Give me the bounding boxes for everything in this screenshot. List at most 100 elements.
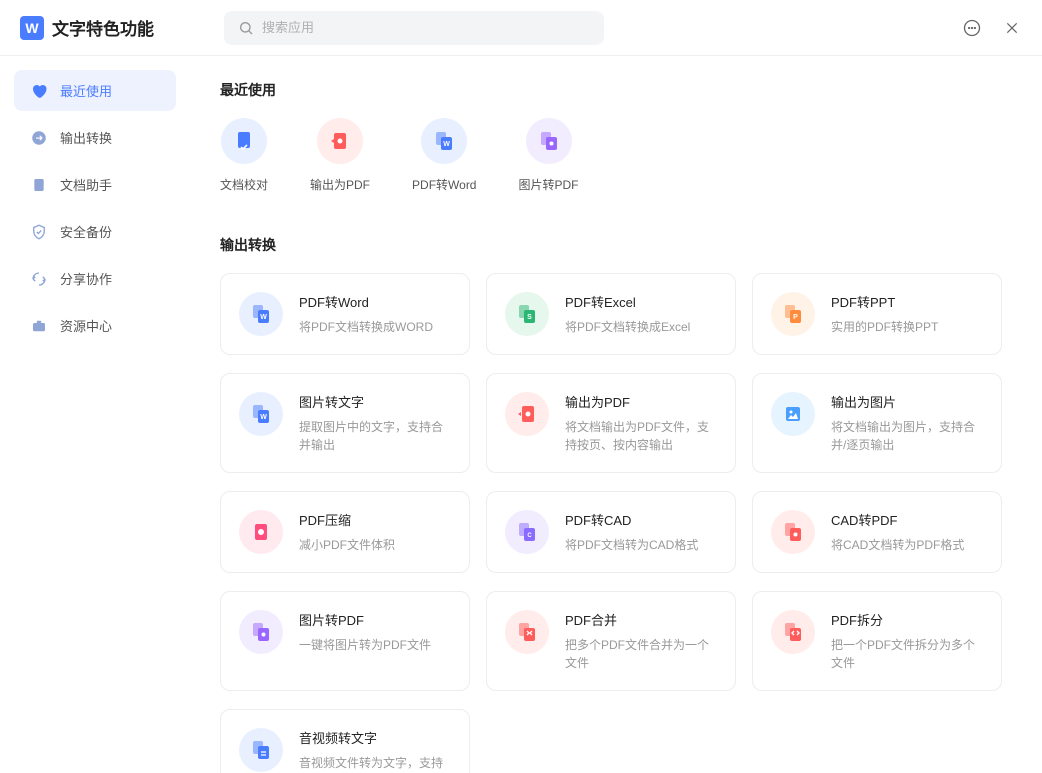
card-export-image[interactable]: 输出为图片 将文档输出为图片，支持合并/逐页输出 bbox=[752, 373, 1002, 473]
recent-item-pdf-word[interactable]: W PDF转Word bbox=[412, 118, 476, 193]
audio-text-icon bbox=[239, 728, 283, 772]
search-box[interactable] bbox=[224, 11, 604, 45]
header: W 文字特色功能 bbox=[0, 0, 1042, 56]
card-desc: 一键将图片转为PDF文件 bbox=[299, 636, 451, 654]
card-desc: 音视频文件转为文字，支持多种格式 bbox=[299, 754, 451, 773]
card-grid: W PDF转Word 将PDF文档转换成WORD S PDF转Excel 将PD… bbox=[220, 273, 1018, 773]
pdf-split-icon bbox=[771, 610, 815, 654]
recent-item-proofread[interactable]: 文档校对 bbox=[220, 118, 268, 193]
pdf-excel-icon: S bbox=[505, 292, 549, 336]
card-title: 图片转PDF bbox=[299, 610, 451, 629]
card-pdf-ppt[interactable]: P PDF转PPT 实用的PDF转换PPT bbox=[752, 273, 1002, 355]
card-desc: 实用的PDF转换PPT bbox=[831, 318, 983, 336]
image-text-icon: W bbox=[239, 392, 283, 436]
svg-text:C: C bbox=[527, 533, 532, 539]
sidebar-item-label: 安全备份 bbox=[60, 222, 112, 241]
image-pdf-icon bbox=[526, 118, 572, 164]
pdf-compress-icon bbox=[239, 510, 283, 554]
recent-row: 文档校对 输出为PDF W PDF转Word 图片转PDF bbox=[220, 118, 1018, 193]
section-title-recent: 最近使用 bbox=[220, 80, 1018, 100]
card-title: CAD转PDF bbox=[831, 510, 983, 529]
card-title: PDF拆分 bbox=[831, 610, 983, 629]
pdf-export-icon bbox=[317, 118, 363, 164]
heart-icon bbox=[30, 82, 48, 100]
card-pdf-cad[interactable]: C PDF转CAD 将PDF文档转为CAD格式 bbox=[486, 491, 736, 573]
pdf-merge-icon bbox=[505, 610, 549, 654]
card-pdf-split[interactable]: PDF拆分 把一个PDF文件拆分为多个文件 bbox=[752, 591, 1002, 691]
logo-icon: W bbox=[20, 16, 44, 40]
svg-text:P: P bbox=[793, 314, 798, 321]
card-title: 音视频转文字 bbox=[299, 728, 451, 747]
app-title: 文字特色功能 bbox=[52, 15, 154, 40]
svg-text:W: W bbox=[260, 414, 267, 421]
feedback-icon[interactable] bbox=[962, 18, 982, 38]
section-title-output: 输出转换 bbox=[220, 235, 1018, 255]
card-pdf-compress[interactable]: PDF压缩 减小PDF文件体积 bbox=[220, 491, 470, 573]
recent-item-export-pdf[interactable]: 输出为PDF bbox=[310, 118, 370, 193]
sidebar-item-label: 输出转换 bbox=[60, 128, 112, 147]
briefcase-icon bbox=[30, 317, 48, 335]
card-img-pdf[interactable]: 图片转PDF 一键将图片转为PDF文件 bbox=[220, 591, 470, 691]
card-title: 输出为PDF bbox=[565, 392, 717, 411]
sidebar-item-label: 最近使用 bbox=[60, 81, 112, 100]
card-desc: 将文档输出为图片，支持合并/逐页输出 bbox=[831, 418, 983, 454]
pdf-word-icon: W bbox=[239, 292, 283, 336]
cad-pdf-icon bbox=[771, 510, 815, 554]
sidebar-item-output[interactable]: 输出转换 bbox=[14, 117, 176, 158]
card-desc: 减小PDF文件体积 bbox=[299, 536, 451, 554]
sidebar: 最近使用 输出转换 文档助手 安全备份 分享协作 资源中心 bbox=[0, 56, 190, 773]
card-pdf-excel[interactable]: S PDF转Excel 将PDF文档转换成Excel bbox=[486, 273, 736, 355]
card-pdf-word[interactable]: W PDF转Word 将PDF文档转换成WORD bbox=[220, 273, 470, 355]
card-title: PDF转Word bbox=[299, 292, 451, 311]
sidebar-item-label: 资源中心 bbox=[60, 316, 112, 335]
shield-icon bbox=[30, 223, 48, 241]
sidebar-item-backup[interactable]: 安全备份 bbox=[14, 211, 176, 252]
card-cad-pdf[interactable]: CAD转PDF 将CAD文档转为PDF格式 bbox=[752, 491, 1002, 573]
recent-label: PDF转Word bbox=[412, 176, 476, 193]
card-av-text[interactable]: 音视频转文字 音视频文件转为文字，支持多种格式 bbox=[220, 709, 470, 773]
sidebar-item-label: 分享协作 bbox=[60, 269, 112, 288]
card-title: PDF压缩 bbox=[299, 510, 451, 529]
card-title: PDF转PPT bbox=[831, 292, 983, 311]
export-image-icon bbox=[771, 392, 815, 436]
card-title: PDF合并 bbox=[565, 610, 717, 629]
search-icon bbox=[238, 20, 254, 36]
search-input[interactable] bbox=[262, 20, 590, 35]
card-img-text[interactable]: W 图片转文字 提取图片中的文字，支持合并输出 bbox=[220, 373, 470, 473]
convert-icon bbox=[30, 129, 48, 147]
close-icon[interactable] bbox=[1002, 18, 1022, 38]
card-title: PDF转CAD bbox=[565, 510, 717, 529]
card-desc: 把多个PDF文件合并为一个文件 bbox=[565, 636, 717, 672]
card-title: PDF转Excel bbox=[565, 292, 717, 311]
pdf-ppt-icon: P bbox=[771, 292, 815, 336]
card-desc: 将PDF文档转为CAD格式 bbox=[565, 536, 717, 554]
recent-label: 图片转PDF bbox=[519, 176, 579, 193]
card-desc: 把一个PDF文件拆分为多个文件 bbox=[831, 636, 983, 672]
card-pdf-merge[interactable]: PDF合并 把多个PDF文件合并为一个文件 bbox=[486, 591, 736, 691]
main-content: 最近使用 文档校对 输出为PDF W PDF转Word 图片转PDF 输出转换 … bbox=[190, 56, 1042, 773]
recent-label: 文档校对 bbox=[220, 176, 268, 193]
sidebar-item-label: 文档助手 bbox=[60, 175, 112, 194]
card-desc: 将PDF文档转换成WORD bbox=[299, 318, 451, 336]
sidebar-item-recent[interactable]: 最近使用 bbox=[14, 70, 176, 111]
sidebar-item-resources[interactable]: 资源中心 bbox=[14, 305, 176, 346]
svg-text:S: S bbox=[527, 314, 532, 321]
export-pdf-icon bbox=[505, 392, 549, 436]
card-desc: 将CAD文档转为PDF格式 bbox=[831, 536, 983, 554]
card-desc: 将PDF文档转换成Excel bbox=[565, 318, 717, 336]
book-icon bbox=[30, 176, 48, 194]
svg-text:W: W bbox=[443, 141, 450, 148]
pdf-cad-icon: C bbox=[505, 510, 549, 554]
pdf-word-icon: W bbox=[421, 118, 467, 164]
document-check-icon bbox=[221, 118, 267, 164]
recent-item-img-pdf[interactable]: 图片转PDF bbox=[519, 118, 579, 193]
card-desc: 将文档输出为PDF文件，支持按页、按内容输出 bbox=[565, 418, 717, 454]
sidebar-item-docs[interactable]: 文档助手 bbox=[14, 164, 176, 205]
recent-label: 输出为PDF bbox=[310, 176, 370, 193]
card-desc: 提取图片中的文字，支持合并输出 bbox=[299, 418, 451, 454]
sidebar-item-share[interactable]: 分享协作 bbox=[14, 258, 176, 299]
card-title: 图片转文字 bbox=[299, 392, 451, 411]
card-export-pdf[interactable]: 输出为PDF 将文档输出为PDF文件，支持按页、按内容输出 bbox=[486, 373, 736, 473]
app-logo: W 文字特色功能 bbox=[20, 15, 154, 40]
card-title: 输出为图片 bbox=[831, 392, 983, 411]
